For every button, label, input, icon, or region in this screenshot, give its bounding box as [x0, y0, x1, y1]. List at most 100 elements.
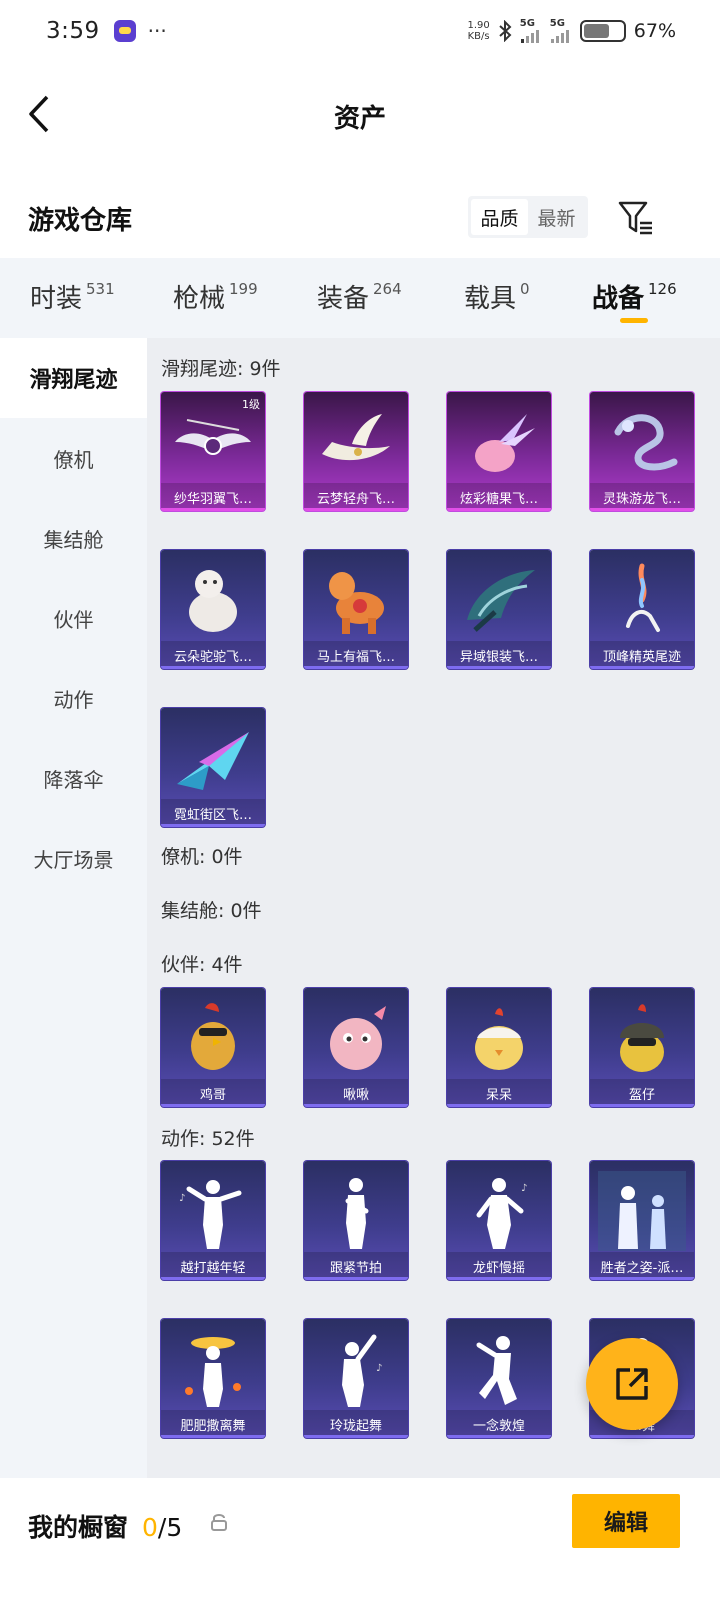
app-notification-icon: [113, 20, 136, 42]
elite-trail-icon: [626, 563, 660, 632]
item-card[interactable]: 呆呆: [447, 988, 551, 1107]
tab-label: 战备: [592, 284, 645, 314]
item-name: 云朵驼驼飞…: [161, 641, 265, 669]
item-card[interactable]: 马上有福飞…: [304, 550, 408, 669]
dancer-emote-icon: ♪: [342, 1334, 382, 1407]
rooster-partner-icon: [191, 1003, 235, 1070]
tab-vehicles[interactable]: 载具 0: [464, 278, 530, 315]
item-name: 纱华羽翼飞…: [161, 483, 265, 511]
item-card[interactable]: 云朵驼驼飞…: [161, 550, 265, 669]
alpaca-glider-icon: [189, 570, 237, 632]
showcase-total: /5: [157, 1513, 183, 1542]
status-bar: 3:59 ··· 1.90 KB/s 5G 5G 67%: [0, 0, 720, 62]
item-card[interactable]: 跟紧节拍: [304, 1161, 408, 1280]
network-type-1: 5G: [519, 18, 535, 29]
fire-dance-emote-icon: [185, 1337, 241, 1407]
share-icon: [616, 1368, 648, 1400]
item-card[interactable]: 顶峰精英尾迹: [590, 550, 694, 669]
share-button[interactable]: [586, 1338, 678, 1430]
victory-pose-emote-icon: [598, 1171, 686, 1251]
item-card[interactable]: ♪ 越打越年轻: [161, 1161, 265, 1280]
signal-bars-icon: [550, 30, 569, 43]
dunhuang-dance-emote-icon: [476, 1336, 517, 1405]
winged-glider-icon: [175, 419, 251, 455]
item-grid-area[interactable]: 滑翔尾迹: 9件 1级 纱华羽翼飞… 云梦轻舟飞… 炫彩糖果飞… 灵珠游龙飞… …: [147, 338, 720, 1478]
item-name: 马上有福飞…: [304, 641, 408, 669]
svg-text:♪: ♪: [376, 1363, 382, 1374]
header: 资产: [0, 62, 720, 168]
tab-label: 载具: [464, 284, 517, 314]
tab-count: 264: [373, 280, 402, 298]
sidebar-item-lobby-scene[interactable]: 大厅场景: [0, 818, 147, 898]
item-card[interactable]: 霓虹街区飞…: [161, 708, 265, 827]
item-card[interactable]: 啾啾: [304, 988, 408, 1107]
item-name: 云梦轻舟飞…: [304, 483, 408, 511]
section-title-rally-pod: 集结舱: 0件: [161, 900, 262, 922]
filter-icon[interactable]: [616, 198, 656, 238]
item-name: 越打越年轻: [161, 1252, 265, 1280]
sidebar: 滑翔尾迹 僚机 集结舱 伙伴 动作 降落伞 大厅场景: [0, 338, 147, 1478]
pink-bird-partner-icon: [330, 1006, 386, 1070]
dragon-glider-icon: [614, 414, 678, 471]
item-card[interactable]: 一念敦煌: [447, 1319, 551, 1438]
edit-button[interactable]: 编辑: [572, 1494, 680, 1548]
warehouse-title: 游戏仓库: [28, 206, 133, 236]
section-title-wingman: 僚机: 0件: [161, 846, 243, 868]
sidebar-item-partner[interactable]: 伙伴: [0, 578, 147, 658]
tab-fashion[interactable]: 时装 531: [30, 278, 115, 315]
item-name: 盔仔: [590, 1079, 694, 1107]
section-title-action: 动作: 52件: [161, 1128, 255, 1150]
dancer-emote-icon: [345, 1178, 369, 1249]
tab-count: 531: [86, 280, 115, 298]
neon-plane-glider-icon: [177, 732, 249, 790]
item-card[interactable]: 胜者之姿-派…: [590, 1161, 694, 1280]
sidebar-item-rally-pod[interactable]: 集结舱: [0, 498, 147, 578]
page-title: 资产: [333, 104, 386, 134]
item-card[interactable]: 炫彩糖果飞…: [447, 392, 551, 511]
category-tabs: 时装 531 枪械 199 装备 264 载具 0 战备 126: [0, 258, 720, 338]
active-tab-indicator: [620, 318, 648, 323]
svg-text:♪: ♪: [521, 1183, 527, 1194]
sort-quality-button[interactable]: 品质: [471, 199, 528, 235]
item-name: 异域银装飞…: [447, 641, 551, 669]
sidebar-item-wingman[interactable]: 僚机: [0, 418, 147, 498]
item-card[interactable]: 1级 纱华羽翼飞…: [161, 392, 265, 511]
more-notifications-icon: ···: [147, 19, 167, 43]
item-card[interactable]: 肥肥撒离舞: [161, 1319, 265, 1438]
item-card[interactable]: ♪ 龙虾慢摇: [447, 1161, 551, 1280]
item-card[interactable]: 鸡哥: [161, 988, 265, 1107]
bluetooth-icon: [499, 20, 512, 42]
signal-2: 5G: [550, 19, 574, 43]
sidebar-item-action[interactable]: 动作: [0, 658, 147, 738]
dancer-emote-icon: ♪: [476, 1178, 527, 1249]
item-card[interactable]: 灵珠游龙飞…: [590, 392, 694, 511]
item-name: 炫彩糖果飞…: [447, 483, 551, 511]
item-card[interactable]: ♪ 玲珑起舞: [304, 1319, 408, 1438]
network-speed-unit: KB/s: [467, 31, 490, 42]
tab-equipment[interactable]: 装备 264: [317, 278, 402, 315]
status-time: 3:59: [46, 18, 100, 44]
sidebar-item-glide-trail[interactable]: 滑翔尾迹: [0, 338, 147, 418]
sort-toggle: 品质 最新: [468, 196, 588, 238]
lock-icon: [211, 1514, 227, 1531]
section-title-glide: 滑翔尾迹: 9件: [161, 358, 281, 380]
item-card[interactable]: 异域银装飞…: [447, 550, 551, 669]
sidebar-item-parachute[interactable]: 降落伞: [0, 738, 147, 818]
item-card[interactable]: 盔仔: [590, 988, 694, 1107]
tab-firearms[interactable]: 枪械 199: [173, 278, 258, 315]
sort-newest-button[interactable]: 最新: [528, 199, 585, 235]
item-name: 跟紧节拍: [304, 1252, 408, 1280]
candy-glider-icon: [475, 414, 535, 472]
battery-fill: [583, 24, 610, 38]
section-title-partner: 伙伴: 4件: [161, 954, 243, 976]
tab-readiness[interactable]: 战备 126: [592, 278, 677, 315]
dancer-emote-icon: ♪: [179, 1180, 242, 1249]
item-name: 霓虹街区飞…: [161, 799, 265, 827]
item-card[interactable]: 云梦轻舟飞…: [304, 392, 408, 511]
dream-boat-icon: [322, 414, 390, 461]
battery-percent: 67%: [633, 20, 676, 42]
bottom-bar: 我的橱窗 0/5 编辑: [0, 1478, 720, 1600]
tab-count: 199: [229, 280, 258, 298]
status-indicators: 1.90 KB/s 5G 5G 67%: [467, 18, 676, 43]
tab-label: 枪械: [173, 284, 226, 314]
